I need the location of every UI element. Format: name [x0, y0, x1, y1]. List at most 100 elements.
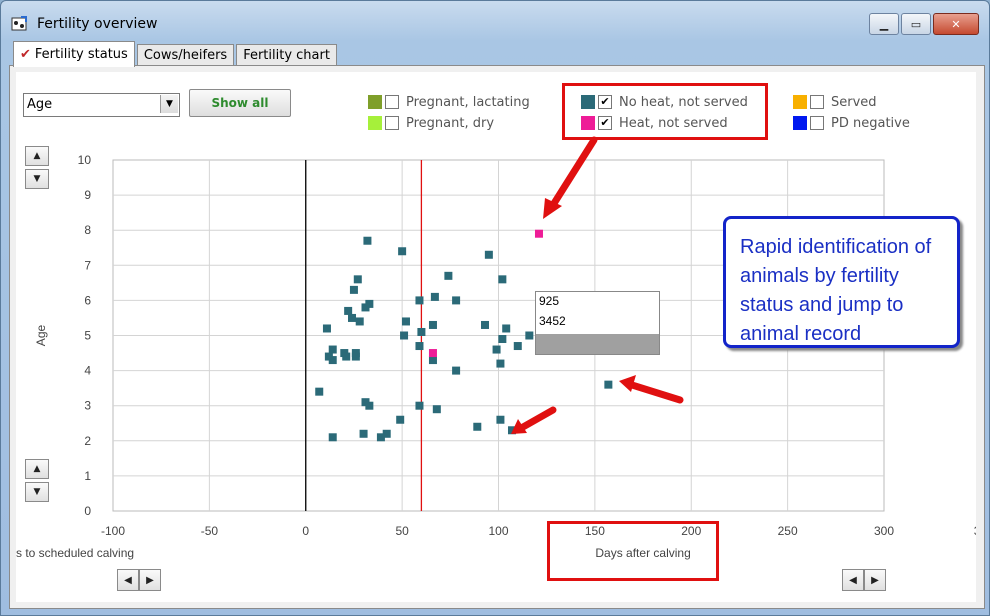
x-tick-label: 35 [974, 524, 976, 538]
y-tick-label: 10 [78, 153, 92, 167]
data-point[interactable] [428, 349, 437, 358]
x-scroll-left-button[interactable]: ◀ [117, 569, 139, 591]
x-axis-label-left: s to scheduled calving [16, 546, 134, 560]
highlight-box-x-axis [547, 521, 719, 581]
tab-label: Fertility status [34, 47, 128, 62]
data-point[interactable] [428, 320, 437, 329]
data-point[interactable] [417, 327, 426, 336]
data-point[interactable] [363, 236, 372, 245]
data-point[interactable] [498, 335, 507, 344]
title-bar[interactable]: Fertility overview ▁ ▭ ✕ [1, 1, 989, 39]
arrow-right-icon: ▶ [871, 574, 879, 586]
data-point[interactable] [353, 275, 362, 284]
data-point[interactable] [365, 401, 374, 410]
tab-panel: Age ▼ Show all Pregnant, lactating Pregn… [9, 65, 985, 609]
data-point[interactable] [355, 317, 364, 326]
data-point[interactable] [348, 313, 357, 322]
data-point[interactable] [534, 229, 543, 238]
minimize-button[interactable]: ▁ [869, 13, 899, 35]
data-point[interactable] [351, 349, 360, 358]
y-tick-label: 3 [84, 399, 91, 413]
tooltip-animal-id: 925 [539, 294, 560, 308]
x-tick-label: 0 [302, 524, 309, 538]
tab-strip: ✔ Fertility status Cows/heifers Fertility… [13, 41, 339, 67]
maximize-icon: ▭ [910, 17, 922, 31]
data-point[interactable] [401, 317, 410, 326]
window-title: Fertility overview [37, 16, 158, 32]
x-tick-label: 250 [778, 524, 798, 538]
data-point[interactable] [452, 366, 461, 375]
y-tick-label: 5 [84, 329, 91, 343]
y-tick-label: 4 [84, 364, 91, 378]
tooltip-footer [536, 334, 659, 354]
y-tick-label: 9 [84, 188, 91, 202]
data-point[interactable] [415, 296, 424, 305]
data-point[interactable] [507, 426, 516, 435]
fertility-overview-window: Fertility overview ▁ ▭ ✕ ✔ Fertility stat… [0, 0, 990, 616]
y-tick-label: 8 [84, 223, 91, 237]
data-point[interactable] [344, 306, 353, 315]
data-point[interactable] [398, 247, 407, 256]
data-point[interactable] [498, 275, 507, 284]
data-point[interactable] [496, 359, 505, 368]
data-point[interactable] [452, 296, 461, 305]
data-point[interactable] [400, 331, 409, 340]
data-point[interactable] [525, 331, 534, 340]
maximize-button[interactable]: ▭ [901, 13, 931, 35]
data-point[interactable] [502, 324, 511, 333]
tab-label: Fertility chart [243, 48, 330, 63]
data-point[interactable] [484, 250, 493, 259]
data-point[interactable] [604, 380, 613, 389]
data-point[interactable] [481, 320, 490, 329]
data-point[interactable] [415, 401, 424, 410]
y-tick-label: 7 [84, 258, 91, 272]
tab-label: Cows/heifers [143, 48, 228, 63]
data-point[interactable] [328, 345, 337, 354]
x-tick-label: -100 [101, 524, 125, 538]
arrow-left-icon: ◀ [124, 574, 132, 586]
tab-cows-heifers[interactable]: Cows/heifers [136, 44, 235, 67]
minimize-icon: ▁ [879, 17, 889, 31]
data-point[interactable] [359, 429, 368, 438]
tab-fertility-status[interactable]: ✔ Fertility status [13, 41, 135, 67]
data-point[interactable] [492, 345, 501, 354]
y-tick-label: 1 [84, 469, 91, 483]
y-axis-label: Age [34, 325, 48, 347]
data-point[interactable] [432, 405, 441, 414]
arrow-right-icon: ▶ [146, 574, 154, 586]
x-zoom-right-button[interactable]: ▶ [864, 569, 886, 591]
y-tick-label: 2 [84, 434, 91, 448]
data-point[interactable] [315, 387, 324, 396]
data-point[interactable] [376, 433, 385, 442]
data-point[interactable] [396, 415, 405, 424]
x-zoom-left-button[interactable]: ◀ [842, 569, 864, 591]
data-point[interactable] [428, 356, 437, 365]
data-point[interactable] [328, 356, 337, 365]
close-icon: ✕ [951, 17, 961, 31]
x-tick-label: 50 [395, 524, 409, 538]
chart-area: Age ▼ Show all Pregnant, lactating Pregn… [16, 72, 976, 602]
x-tick-label: 100 [488, 524, 508, 538]
data-point[interactable] [496, 415, 505, 424]
tooltip-animal-number: 3452 [539, 314, 566, 328]
data-point[interactable] [473, 422, 482, 431]
data-point[interactable] [430, 292, 439, 301]
arrow-left-icon: ◀ [849, 574, 857, 586]
y-tick-label: 6 [84, 293, 91, 307]
x-scroll-right-button[interactable]: ▶ [139, 569, 161, 591]
app-icon [11, 16, 27, 31]
data-point[interactable] [513, 342, 522, 351]
data-point[interactable] [415, 342, 424, 351]
checkmark-icon: ✔ [20, 47, 31, 62]
animal-tooltip[interactable]: 925 3452 [535, 291, 660, 355]
data-point[interactable] [444, 271, 453, 280]
tab-fertility-chart[interactable]: Fertility chart [236, 44, 337, 67]
annotation-callout: Rapid identification of animals by ferti… [723, 216, 960, 348]
x-tick-label: -50 [201, 524, 219, 538]
data-point[interactable] [342, 352, 351, 361]
data-point[interactable] [349, 285, 358, 294]
data-point[interactable] [328, 433, 337, 442]
data-point[interactable] [322, 324, 331, 333]
close-button[interactable]: ✕ [933, 13, 979, 35]
data-point[interactable] [361, 303, 370, 312]
